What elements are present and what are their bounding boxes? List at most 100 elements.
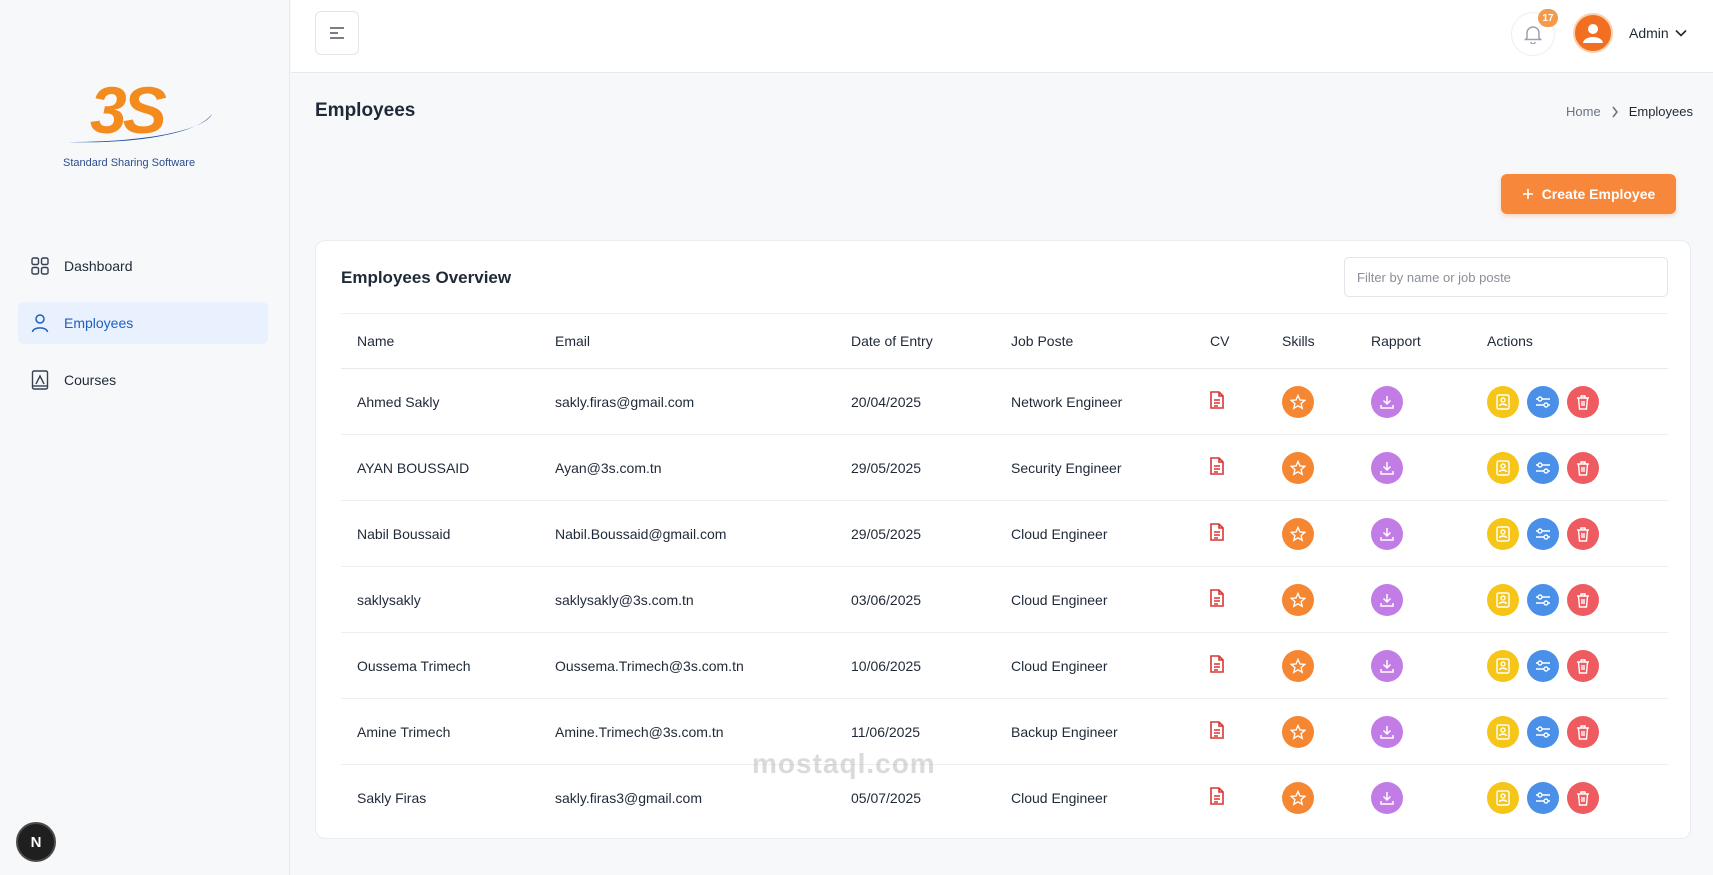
cv-file-icon[interactable] — [1210, 721, 1224, 739]
skills-button[interactable] — [1282, 583, 1314, 616]
profile-button[interactable] — [1487, 517, 1519, 550]
profile-button[interactable] — [1487, 781, 1519, 814]
profile-button[interactable] — [1487, 385, 1519, 418]
table-row: Ahmed Sakly sakly.firas@gmail.com 20/04/… — [341, 368, 1668, 435]
table-row: Sakly Firas sakly.firas3@gmail.com 05/07… — [341, 765, 1668, 831]
column-header-actions: Actions — [1471, 313, 1668, 369]
skills-button[interactable] — [1282, 451, 1314, 484]
cell-rapport — [1355, 368, 1471, 435]
cell-cv — [1194, 632, 1266, 699]
sidebar-item-employees[interactable]: Employees — [18, 302, 268, 344]
star-icon — [1290, 459, 1306, 476]
edit-settings-button[interactable] — [1527, 781, 1559, 814]
cell-email: Oussema.Trimech@3s.com.tn — [539, 632, 835, 699]
cell-name: AYAN BOUSSAID — [341, 434, 539, 501]
delete-button[interactable] — [1567, 715, 1599, 748]
sliders-icon — [1536, 461, 1550, 474]
cv-file-icon[interactable] — [1210, 589, 1224, 607]
download-report-button[interactable] — [1371, 385, 1403, 418]
table-row: Oussema Trimech Oussema.Trimech@3s.com.t… — [341, 632, 1668, 699]
cell-job: Cloud Engineer — [995, 566, 1194, 633]
grid-icon — [30, 256, 50, 276]
download-report-button[interactable] — [1371, 649, 1403, 682]
cell-actions — [1471, 566, 1668, 633]
sliders-icon — [1536, 395, 1550, 408]
cell-job: Backup Engineer — [995, 698, 1194, 765]
profile-button[interactable] — [1487, 451, 1519, 484]
logo-tagline: Standard Sharing Software — [63, 157, 196, 169]
star-icon — [1290, 393, 1306, 410]
delete-button[interactable] — [1567, 385, 1599, 418]
download-report-button[interactable] — [1371, 715, 1403, 748]
cell-cv — [1194, 434, 1266, 501]
delete-button[interactable] — [1567, 517, 1599, 550]
download-report-button[interactable] — [1371, 781, 1403, 814]
trash-icon — [1577, 460, 1589, 476]
cell-email: sakly.firas@gmail.com — [539, 368, 835, 435]
trash-icon — [1577, 394, 1589, 410]
download-icon — [1380, 725, 1394, 739]
edit-settings-button[interactable] — [1527, 451, 1559, 484]
delete-button[interactable] — [1567, 583, 1599, 616]
sidebar-item-dashboard[interactable]: Dashboard — [18, 245, 268, 287]
delete-button[interactable] — [1567, 451, 1599, 484]
avatar[interactable] — [1573, 13, 1613, 53]
skills-button[interactable] — [1282, 781, 1314, 814]
column-header-cv: CV — [1194, 313, 1266, 369]
edit-settings-button[interactable] — [1527, 517, 1559, 550]
employees-card: Employees Overview Name Email Date of En… — [315, 240, 1691, 839]
edit-settings-button[interactable] — [1527, 385, 1559, 418]
sidebar-item-courses[interactable]: Courses — [18, 359, 268, 401]
profile-button[interactable] — [1487, 715, 1519, 748]
trash-icon — [1577, 658, 1589, 674]
id-card-icon — [1496, 657, 1510, 674]
cell-job: Network Engineer — [995, 368, 1194, 435]
cell-actions — [1471, 500, 1668, 567]
breadcrumb-current: Employees — [1628, 104, 1693, 119]
brand-logo: 3S Standard Sharing Software — [60, 72, 212, 172]
user-menu[interactable]: Admin — [1629, 25, 1687, 41]
cv-file-icon[interactable] — [1210, 523, 1224, 541]
bell-icon — [1524, 26, 1542, 44]
breadcrumb-home[interactable]: Home — [1566, 104, 1601, 119]
skills-button[interactable] — [1282, 649, 1314, 682]
cell-name: saklysakly — [341, 566, 539, 633]
cv-file-icon[interactable] — [1210, 655, 1224, 673]
id-card-icon — [1496, 459, 1510, 476]
create-employee-button[interactable]: Create Employee — [1501, 174, 1676, 214]
delete-button[interactable] — [1567, 781, 1599, 814]
menu-toggle-button[interactable] — [315, 11, 359, 55]
skills-button[interactable] — [1282, 517, 1314, 550]
cell-job: Cloud Engineer — [995, 632, 1194, 699]
dev-tools-badge[interactable]: N — [16, 822, 56, 862]
download-report-button[interactable] — [1371, 517, 1403, 550]
skills-button[interactable] — [1282, 385, 1314, 418]
table-header-row: Name Email Date of Entry Job Poste CV Sk… — [341, 313, 1668, 369]
edit-settings-button[interactable] — [1527, 583, 1559, 616]
edit-settings-button[interactable] — [1527, 649, 1559, 682]
profile-button[interactable] — [1487, 583, 1519, 616]
table-row: saklysakly saklysakly@3s.com.tn 03/06/20… — [341, 566, 1668, 633]
edit-settings-button[interactable] — [1527, 715, 1559, 748]
topbar: 17 Admin — [291, 0, 1713, 73]
sliders-icon — [1536, 725, 1550, 738]
cell-job: Security Engineer — [995, 434, 1194, 501]
profile-button[interactable] — [1487, 649, 1519, 682]
delete-button[interactable] — [1567, 649, 1599, 682]
download-report-button[interactable] — [1371, 451, 1403, 484]
cell-rapport — [1355, 500, 1471, 567]
cv-file-icon[interactable] — [1210, 457, 1224, 475]
filter-input[interactable] — [1344, 257, 1668, 297]
cell-actions — [1471, 368, 1668, 435]
skills-button[interactable] — [1282, 715, 1314, 748]
user-name: Admin — [1629, 25, 1669, 41]
logo-mark: 3S — [90, 73, 167, 147]
cell-date: 20/04/2025 — [835, 368, 995, 435]
column-header-rapport: Rapport — [1355, 313, 1471, 369]
cell-job: Cloud Engineer — [995, 500, 1194, 567]
cv-file-icon[interactable] — [1210, 391, 1224, 409]
cv-file-icon[interactable] — [1210, 787, 1224, 806]
cell-date: 03/06/2025 — [835, 566, 995, 633]
trash-icon — [1577, 526, 1589, 542]
download-report-button[interactable] — [1371, 583, 1403, 616]
